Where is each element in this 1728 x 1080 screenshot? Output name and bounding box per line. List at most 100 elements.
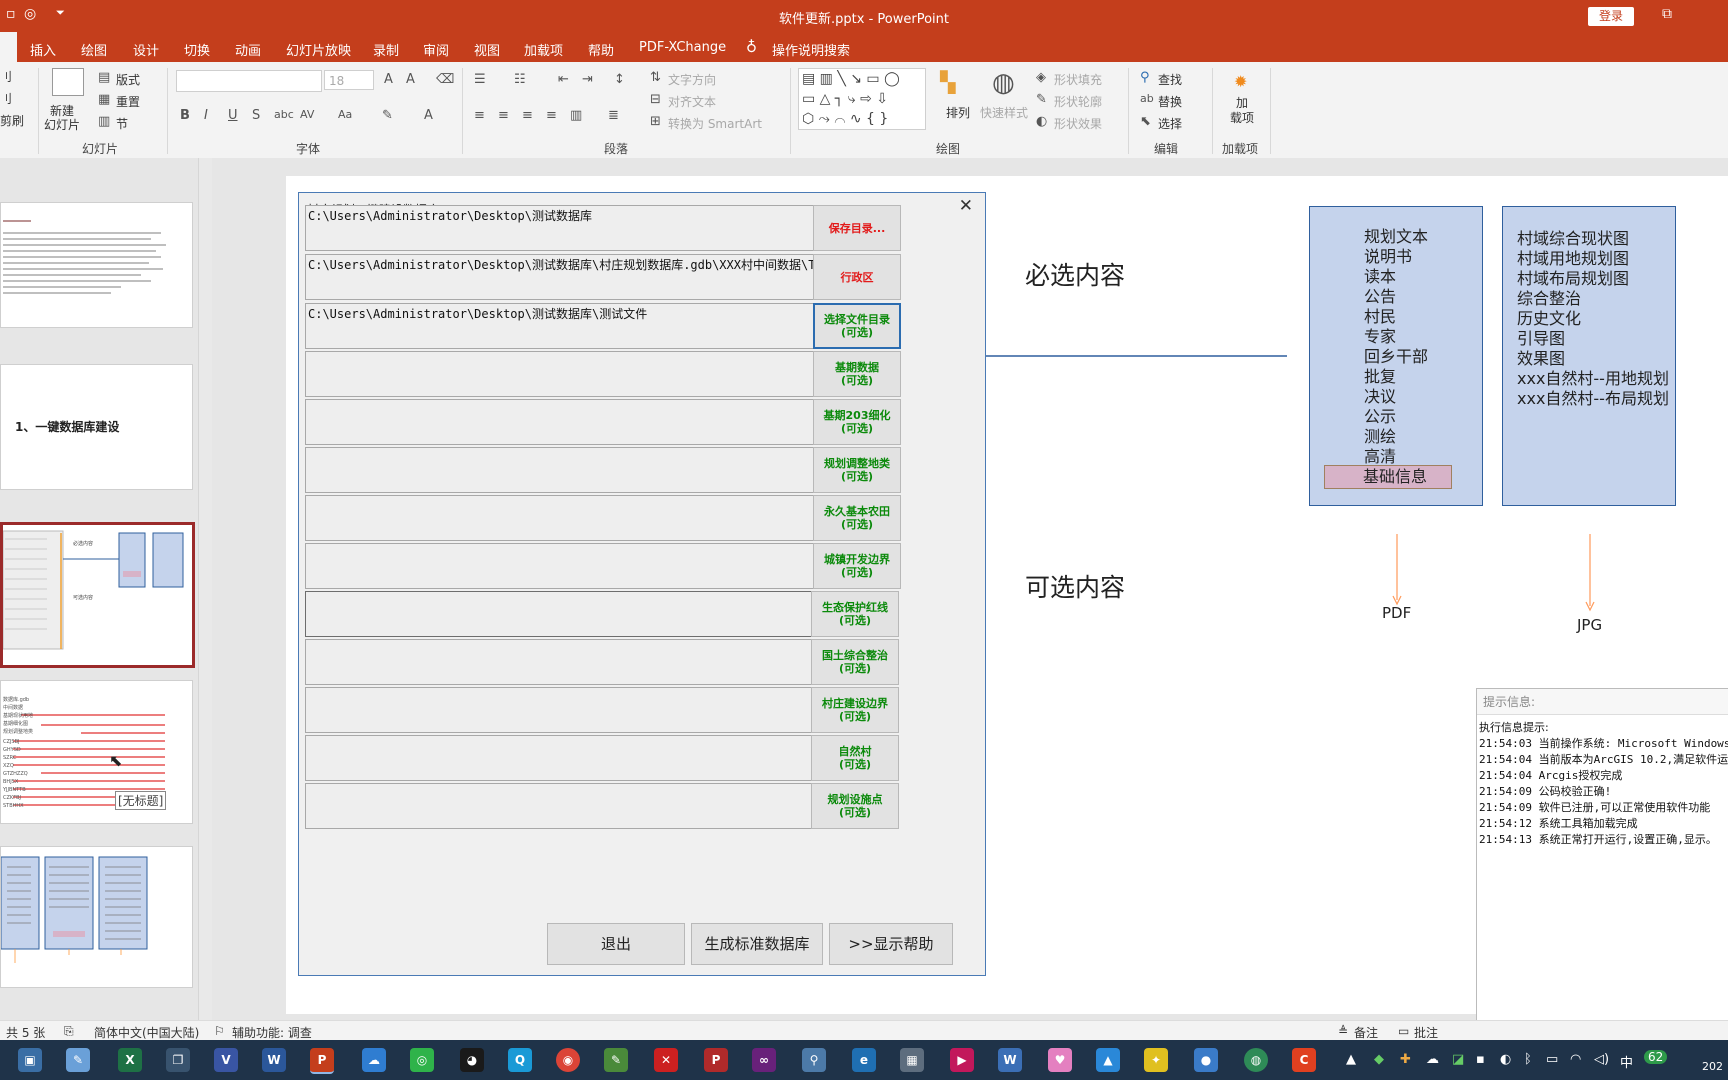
select-button[interactable]: 选择	[1158, 115, 1182, 132]
powerpoint-icon[interactable]: P	[310, 1048, 334, 1074]
highlight-icon[interactable]: ✎	[382, 108, 393, 123]
underline-icon[interactable]: U	[228, 108, 238, 123]
path-field[interactable]: C:\Users\Administrator\Desktop\测试数据库	[305, 205, 857, 251]
path-field[interactable]	[305, 351, 857, 397]
shape-outline-button[interactable]: 形状轮廓	[1054, 93, 1102, 110]
path-field[interactable]	[305, 591, 857, 637]
select-button[interactable]: 生态保护红线 (可选)	[811, 591, 899, 637]
select-button[interactable]: 国土综合整治 (可选)	[811, 639, 899, 685]
tab-draw[interactable]: 绘图	[81, 40, 107, 59]
shrink-font-icon[interactable]: A	[406, 72, 415, 87]
network-icon[interactable]: ◠	[1570, 1052, 1581, 1067]
clipboard-partial-2[interactable]: 刂	[0, 90, 12, 107]
cloud-drive-icon[interactable]: ☁	[362, 1048, 386, 1072]
globe-icon[interactable]: ◍	[1244, 1048, 1268, 1072]
slide-thumbnail-3[interactable]: 必选内容 可选内容	[0, 522, 195, 668]
edge-icon[interactable]: e	[852, 1048, 876, 1072]
font-color-icon[interactable]: A	[424, 108, 433, 123]
spelling-icon[interactable]: ⎘	[64, 1024, 74, 1039]
quick-styles-button[interactable]: 快速样式	[980, 104, 1028, 121]
select-button[interactable]: 行政区	[813, 254, 901, 300]
path-field[interactable]: C:\Users\Administrator\Desktop\测试数据库\村庄规…	[305, 254, 857, 300]
pdf-icon[interactable]: P	[704, 1048, 728, 1072]
file-tool-icon[interactable]: ▦	[900, 1048, 924, 1072]
justify-icon[interactable]: ≡	[546, 108, 557, 123]
photo-app-icon[interactable]: ♥	[1048, 1048, 1072, 1072]
shapes-gallery[interactable]: ▤ ▥ ╲ ↘ ▭ ◯ ▭ △ ┐ ⤷ ⇨ ⇩ ⬡ ⤳ ⌒ ∿ { }	[798, 68, 926, 130]
tab-animations[interactable]: 动画	[235, 40, 261, 59]
select-button[interactable]: 规划调整地类 (可选)	[813, 447, 901, 493]
tab-help[interactable]: 帮助	[588, 40, 614, 59]
select-button[interactable]: 自然村 (可选)	[811, 735, 899, 781]
red-app-icon[interactable]: C	[1292, 1048, 1316, 1072]
accessibility-status[interactable]: 辅助功能: 调查	[232, 1024, 312, 1041]
addins-button[interactable]: 加 载项	[1230, 96, 1254, 126]
battery-icon[interactable]: ▭	[1546, 1052, 1558, 1067]
xmind-icon[interactable]: ✕	[654, 1048, 678, 1072]
thumbnail-scrollbar[interactable]	[198, 158, 213, 1020]
tray-disk-icon[interactable]: ▪	[1476, 1052, 1485, 1067]
select-button[interactable]: 基期203细化 (可选)	[813, 399, 901, 445]
chrome-icon[interactable]: ◉	[556, 1048, 580, 1072]
convert-smartart-button[interactable]: 转换为 SmartArt	[668, 115, 762, 132]
close-icon[interactable]: ✕	[959, 196, 973, 216]
slide-thumbnail-1[interactable]	[0, 202, 193, 328]
text-direction-button[interactable]: 文字方向	[668, 71, 716, 88]
path-field[interactable]	[305, 735, 857, 781]
word-2-icon[interactable]: W	[998, 1048, 1022, 1072]
save-disk-icon[interactable]: ▣	[18, 1048, 42, 1072]
ribbon-display-options-icon[interactable]: ⧉	[1662, 6, 1672, 22]
language-indicator[interactable]: 简体中文(中国大陆)	[94, 1024, 199, 1041]
tab-slideshow[interactable]: 幻灯片放映	[286, 40, 351, 59]
shield-icon[interactable]: ◆	[1374, 1052, 1384, 1067]
tray-cloud-icon[interactable]: ☁	[1426, 1052, 1439, 1067]
shadow-icon[interactable]: S	[252, 108, 260, 123]
select-button[interactable]: 永久基本农田 (可选)	[813, 495, 901, 541]
align-text-button[interactable]: 对齐文本	[668, 93, 716, 110]
shape-effects-button[interactable]: 形状效果	[1054, 115, 1102, 132]
font-size-combo[interactable]: 18	[324, 70, 374, 90]
word-icon[interactable]: W	[262, 1048, 286, 1072]
new-slide-icon[interactable]	[52, 68, 84, 96]
tray-app2-icon[interactable]: ◐	[1500, 1052, 1511, 1067]
tab-home-active[interactable]	[0, 32, 17, 62]
exit-button[interactable]: 退出	[547, 923, 685, 965]
search-app-icon[interactable]: Q	[508, 1048, 532, 1072]
tab-insert[interactable]: 插入	[30, 40, 56, 59]
layout-button[interactable]: 版式	[116, 71, 140, 88]
path-field[interactable]	[305, 399, 857, 445]
slide-thumbnail-2[interactable]: 1、一键数据库建设	[0, 364, 193, 490]
notification-badge[interactable]: 62	[1644, 1050, 1668, 1064]
font-name-combo[interactable]	[176, 70, 322, 92]
path-field[interactable]: C:\Users\Administrator\Desktop\测试数据库\测试文…	[305, 303, 857, 349]
clear-format-icon[interactable]: ⌫	[436, 72, 454, 87]
select-button[interactable]: 规划设施点 (可选)	[811, 783, 899, 829]
task-view-icon[interactable]: ❐	[166, 1048, 190, 1072]
slide-thumbnail-5[interactable]	[0, 846, 193, 988]
increase-indent-icon[interactable]: ⇥	[582, 72, 593, 87]
show-help-button[interactable]: >>显示帮助	[829, 923, 953, 965]
arcmap-icon[interactable]: ⚲	[802, 1048, 826, 1072]
ime-indicator[interactable]: 中	[1620, 1052, 1633, 1071]
tell-me-search[interactable]: 操作说明搜索	[772, 40, 850, 59]
slide-thumbnail-4[interactable]: 数据库.gdb 中间数据 基期现状用地 基期细化图 规划调整地类 CZJSBJ GHY…	[0, 680, 193, 824]
notepad-icon[interactable]: ✎	[66, 1048, 90, 1072]
comments-button[interactable]: 批注	[1414, 1024, 1438, 1041]
decrease-indent-icon[interactable]: ⇤	[558, 72, 569, 87]
nvidia-icon[interactable]: ◪	[1452, 1052, 1464, 1067]
char-spacing-icon[interactable]: AV	[300, 108, 314, 121]
select-button[interactable]: 选择文件目录 (可选)	[813, 303, 901, 349]
generate-database-button[interactable]: 生成标准数据库	[691, 923, 823, 965]
bold-icon[interactable]: B	[180, 108, 190, 123]
tray-notification-icon[interactable]: ▲	[1346, 1052, 1356, 1067]
strikethrough-icon[interactable]: abc	[274, 108, 294, 121]
align-left-icon[interactable]: ≡	[474, 108, 485, 123]
tab-transitions[interactable]: 切换	[184, 40, 210, 59]
reset-button[interactable]: 重置	[116, 93, 140, 110]
arrange-button[interactable]: 排列	[946, 104, 970, 121]
tab-view[interactable]: 视图	[474, 40, 500, 59]
tab-design[interactable]: 设计	[133, 40, 159, 59]
section-button[interactable]: 节	[116, 115, 128, 132]
replace-button[interactable]: 替换	[1158, 93, 1182, 110]
tab-review[interactable]: 审阅	[423, 40, 449, 59]
